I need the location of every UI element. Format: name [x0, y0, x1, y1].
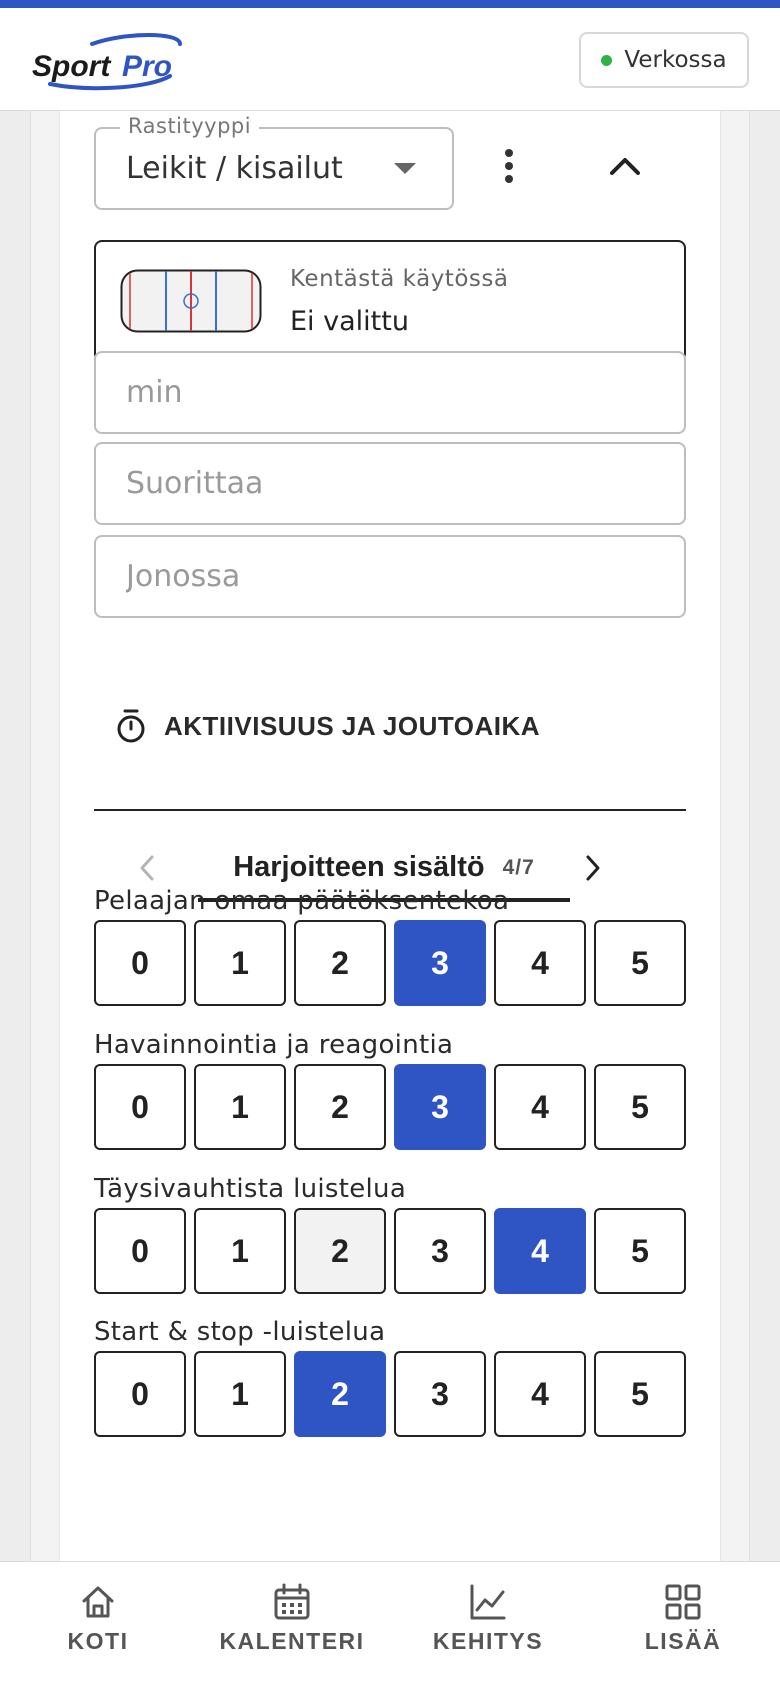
line-chart-icon — [470, 1584, 506, 1620]
ice-rink-icon — [120, 269, 262, 333]
field-title: Kentästä käytössä — [290, 266, 509, 292]
rating-option-0[interactable]: 0 — [94, 1064, 186, 1150]
rating-option-5[interactable]: 5 — [594, 1208, 686, 1294]
rating-option-5[interactable]: 5 — [594, 1064, 686, 1150]
nav-home-label: KOTI — [67, 1628, 129, 1654]
rating-option-4[interactable]: 4 — [494, 920, 586, 1006]
rating-options: 0 1 2 3 4 5 — [94, 1208, 686, 1294]
rating-option-4[interactable]: 4 — [494, 1208, 586, 1294]
grid-icon — [665, 1584, 701, 1620]
connection-status-badge: Verkossa — [579, 32, 749, 88]
rating-option-5[interactable]: 5 — [594, 920, 686, 1006]
top-accent-bar — [0, 0, 780, 8]
home-icon — [82, 1586, 114, 1618]
rating-option-0[interactable]: 0 — [94, 1208, 186, 1294]
nav-progress[interactable]: KEHITYS — [408, 1582, 568, 1672]
rating-start-stop-skating: Start & stop -luistelua 0 1 2 3 4 5 — [94, 1315, 686, 1437]
stopwatch-icon — [117, 709, 145, 743]
rating-option-2[interactable]: 2 — [294, 1208, 386, 1294]
station-type-label: Rastityyppi — [120, 114, 260, 138]
rating-option-3[interactable]: 3 — [394, 920, 486, 1006]
app-header: Sport Pro Verkossa — [0, 8, 780, 111]
tab-title: Harjoitteen sisältö — [233, 851, 485, 883]
calendar-icon — [274, 1583, 310, 1620]
sportpro-logo[interactable]: Sport Pro — [30, 30, 200, 92]
rating-option-3[interactable]: 3 — [394, 1351, 486, 1437]
dropdown-caret-icon — [394, 163, 416, 174]
station-editor: Rastityyppi Leikit / kisailut Kentästä k… — [60, 111, 720, 1561]
performing-input[interactable] — [94, 442, 686, 525]
rating-options: 0 1 2 3 4 5 — [94, 920, 686, 1006]
rating-option-1[interactable]: 1 — [194, 1064, 286, 1150]
right-gutter — [720, 111, 750, 1561]
rating-label: Havainnointia ja reagointia — [94, 1030, 454, 1060]
chevron-left-icon — [140, 855, 154, 881]
more-vertical-icon[interactable] — [484, 141, 534, 191]
left-gutter — [30, 111, 60, 1561]
activity-label: AKTIIVISUUS JA JOUTOAIKA — [164, 710, 541, 741]
rating-option-0[interactable]: 0 — [94, 920, 186, 1006]
rating-option-3[interactable]: 3 — [394, 1064, 486, 1150]
nav-home[interactable]: KOTI — [18, 1582, 178, 1672]
nav-more-label: LISÄÄ — [644, 1628, 722, 1654]
bottom-navigation: KOTI KALENTERI KEHITYS LISÄÄ — [0, 1561, 780, 1688]
rating-label: Täysivauhtista luistelua — [94, 1174, 407, 1204]
station-type-select[interactable]: Rastityyppi Leikit / kisailut — [94, 114, 454, 210]
tab-count: 4/7 — [502, 855, 535, 879]
rating-option-4[interactable]: 4 — [494, 1064, 586, 1150]
rating-option-1[interactable]: 1 — [194, 1208, 286, 1294]
rating-decision-making: Pelaajan omaa päätöksentekoa 0 1 2 3 4 5 — [94, 884, 686, 1006]
rating-option-2[interactable]: 2 — [294, 920, 386, 1006]
rating-option-2[interactable]: 2 — [294, 1064, 386, 1150]
nav-calendar-label: KALENTERI — [219, 1628, 365, 1654]
rating-option-0[interactable]: 0 — [94, 1351, 186, 1437]
rating-full-speed-skating: Täysivauhtista luistelua 0 1 2 3 4 5 — [94, 1172, 686, 1294]
rating-option-2[interactable]: 2 — [294, 1351, 386, 1437]
rating-option-4[interactable]: 4 — [494, 1351, 586, 1437]
rating-option-1[interactable]: 1 — [194, 1351, 286, 1437]
chevron-right-icon — [586, 855, 600, 881]
rating-option-5[interactable]: 5 — [594, 1351, 686, 1437]
queue-input[interactable] — [94, 535, 686, 618]
online-dot-icon — [601, 54, 613, 66]
field-value: Ei valittu — [290, 306, 409, 337]
rating-option-1[interactable]: 1 — [194, 920, 286, 1006]
field-selector-card[interactable]: Kentästä käytössä Ei valittu — [94, 240, 686, 362]
svg-text:Sport: Sport — [32, 50, 112, 83]
nav-more[interactable]: LISÄÄ — [603, 1582, 763, 1672]
rating-option-3[interactable]: 3 — [394, 1208, 486, 1294]
station-type-value: Leikit / kisailut — [126, 151, 343, 186]
rating-label: Pelaajan omaa päätöksentekoa — [94, 886, 510, 916]
svg-text:Pro: Pro — [122, 50, 172, 83]
rating-options: 0 1 2 3 4 5 — [94, 1351, 686, 1437]
section-divider — [94, 809, 686, 811]
minutes-input[interactable] — [94, 351, 686, 434]
nav-progress-label: KEHITYS — [432, 1628, 544, 1654]
connection-status-label: Verkossa — [624, 47, 727, 73]
rating-options: 0 1 2 3 4 5 — [94, 1064, 686, 1150]
rating-label: Start & stop -luistelua — [94, 1317, 386, 1347]
chevron-up-icon[interactable] — [600, 141, 650, 191]
activity-idle-time-button[interactable]: AKTIIVISUUS JA JOUTOAIKA — [114, 701, 540, 751]
rating-observation-reaction: Havainnointia ja reagointia 0 1 2 3 4 5 — [94, 1028, 686, 1150]
nav-calendar[interactable]: KALENTERI — [212, 1582, 372, 1672]
